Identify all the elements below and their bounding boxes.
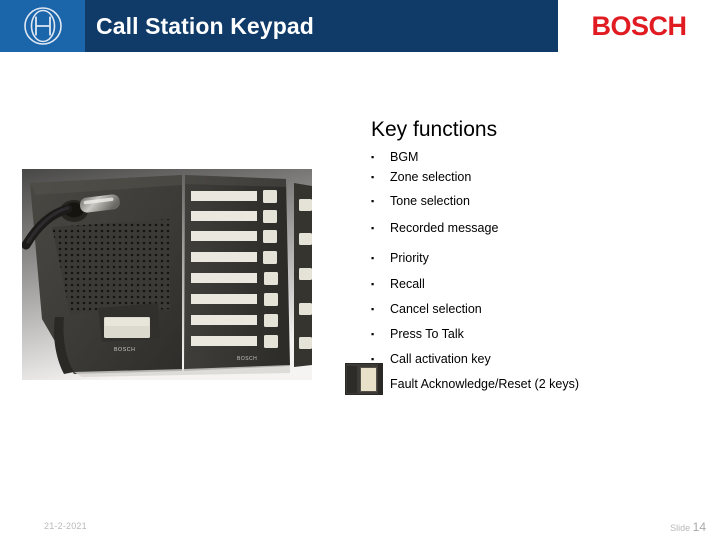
section-title: Key functions (371, 118, 498, 141)
call-station-photo: BOSCH BOSCH (22, 169, 312, 380)
list-item: ▪ Cancel selection (368, 302, 713, 316)
footer-slide-number: Slide 14 (670, 520, 706, 534)
slide-number: 14 (692, 520, 706, 534)
thumbnail-left-key (347, 366, 357, 393)
list-item: ▪ Priority (368, 251, 713, 265)
list-item-label: Priority (390, 251, 429, 265)
list-item: ▪ Press To Talk (368, 327, 713, 341)
list-item: ▪ Zone selection (368, 170, 713, 184)
bosch-emblem-icon (23, 6, 63, 46)
svg-text:BOSCH: BOSCH (237, 356, 257, 362)
list-item: ▪ Tone selection (368, 194, 713, 208)
thumbnail-edge (378, 364, 382, 394)
key-functions-list: ▪ BGM ▪ Zone selection ▪ Tone selection … (368, 150, 713, 391)
list-item-label: Recall (390, 277, 425, 291)
footer-date: 21-2-2021 (44, 521, 87, 531)
list-item-label: Fault Acknowledge/Reset (2 keys) (390, 377, 579, 391)
bullet-icon: ▪ (371, 196, 375, 206)
page-title: Call Station Keypad (96, 12, 314, 39)
list-item-label: BGM (390, 150, 419, 164)
bullet-icon: ▪ (371, 279, 375, 289)
list-item-label: Cancel selection (390, 302, 482, 316)
list-item-label: Call activation key (390, 352, 491, 366)
bullet-icon: ▪ (371, 223, 375, 233)
list-item-label: Zone selection (390, 170, 472, 184)
slide-label: Slide (670, 523, 693, 533)
app-header: Call Station Keypad BOSCH (0, 0, 720, 52)
list-item: ▪ Recorded message (368, 221, 713, 235)
bullet-icon: ▪ (371, 253, 375, 263)
bosch-wordmark: BOSCH (591, 10, 687, 41)
header-logo-block (0, 0, 85, 52)
list-item-label: Press To Talk (390, 327, 464, 341)
svg-text:BOSCH: BOSCH (114, 347, 135, 353)
list-item-label: Recorded message (390, 221, 499, 235)
list-item: ▪ BGM (368, 150, 713, 164)
bullet-icon: ▪ (371, 152, 375, 162)
bullet-icon: ▪ (371, 172, 375, 182)
list-item-label: Tone selection (390, 194, 470, 208)
brand-logo-block: BOSCH (558, 0, 720, 52)
bullet-icon: ▪ (371, 329, 375, 339)
thumbnail-right-key (360, 367, 377, 392)
fault-acknowledge-reset-keys-thumbnail (345, 363, 383, 395)
bullet-icon: ▪ (371, 304, 375, 314)
list-item: ▪ Call activation key (368, 352, 713, 366)
list-item: Fault Acknowledge/Reset (2 keys) (368, 377, 713, 391)
list-item: ▪ Recall (368, 277, 713, 291)
